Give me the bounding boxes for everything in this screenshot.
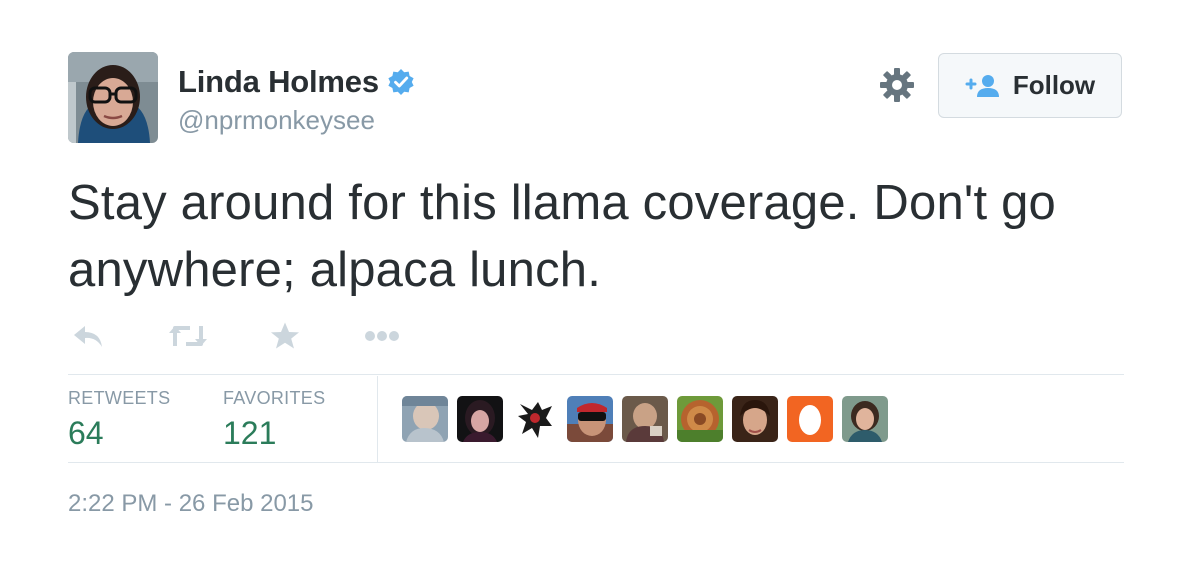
divider: [377, 376, 378, 462]
favoriter-avatar[interactable]: [787, 396, 833, 442]
tweet-timestamp[interactable]: 2:22 PM - 26 Feb 2015: [68, 490, 313, 518]
favoriter-avatar[interactable]: [622, 396, 668, 442]
star-icon[interactable]: [270, 318, 300, 354]
favoriter-avatar[interactable]: [512, 396, 558, 442]
favorites-label: FAVORITES: [223, 388, 326, 408]
gear-icon[interactable]: [878, 66, 916, 104]
retweets-label: RETWEETS: [68, 388, 171, 408]
tweet-text: Stay around for this llama coverage. Don…: [68, 176, 1056, 297]
divider: [68, 462, 1124, 463]
display-name[interactable]: Linda Holmes: [178, 64, 379, 100]
favoriter-avatar[interactable]: [567, 396, 613, 442]
favorites-count: 121: [223, 415, 277, 451]
favorites-stat[interactable]: FAVORITES 121: [223, 388, 325, 452]
favoriter-avatar[interactable]: [842, 396, 888, 442]
verified-badge-icon: [387, 68, 415, 96]
favoriter-avatar[interactable]: [457, 396, 503, 442]
retweet-icon[interactable]: [168, 318, 208, 354]
favoriter-avatar[interactable]: [677, 396, 723, 442]
favoriter-avatar[interactable]: [402, 396, 448, 442]
retweets-count: 64: [68, 415, 104, 451]
avatar[interactable]: [68, 52, 158, 143]
retweets-stat[interactable]: RETWEETS 64: [68, 388, 170, 452]
name-row: Linda Holmes: [178, 62, 415, 102]
follow-label: Follow: [1012, 70, 1096, 100]
follow-button[interactable]: Follow: [938, 53, 1122, 118]
add-user-icon: [965, 74, 999, 97]
user-handle[interactable]: @nprmonkeysee: [178, 105, 375, 136]
reply-icon[interactable]: [72, 318, 104, 354]
tweet-card: Linda Holmes @nprmonkeysee Follow Stay a…: [0, 0, 1200, 583]
favoriter-avatar[interactable]: [732, 396, 778, 442]
avatar-image: [68, 52, 158, 143]
more-dots-icon[interactable]: [364, 318, 400, 354]
divider: [68, 374, 1124, 375]
